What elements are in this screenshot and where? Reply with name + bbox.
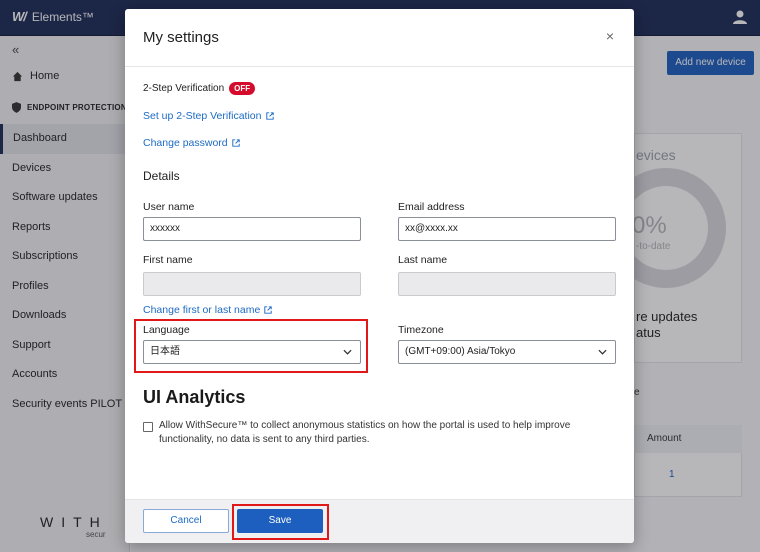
two-step-label: 2-Step Verification xyxy=(143,83,225,94)
last-name-label: Last name xyxy=(398,254,448,266)
timezone-value: (GMT+09:00) Asia/Tokyo xyxy=(405,346,516,357)
dialog-header: My settings × xyxy=(125,9,634,67)
save-highlight-box xyxy=(232,504,329,540)
ui-analytics-heading: UI Analytics xyxy=(143,387,246,407)
two-step-verification-status: 2-Step Verification OFF xyxy=(143,82,256,95)
change-password-label: Change password xyxy=(143,137,228,149)
language-highlight-box xyxy=(134,319,368,373)
user-name-label: User name xyxy=(143,201,195,213)
user-name-field[interactable]: xxxxxx xyxy=(143,217,361,241)
dialog-title: My settings xyxy=(143,29,219,46)
dialog-footer: Cancel Save xyxy=(125,499,634,543)
my-settings-dialog: My settings × 2-Step Verification OFF Se… xyxy=(125,9,634,543)
setup-two-step-link[interactable]: Set up 2-Step Verification xyxy=(143,110,274,122)
email-field[interactable]: xx@xxxx.xx xyxy=(398,217,616,241)
external-link-icon xyxy=(231,139,240,147)
last-name-field xyxy=(398,272,616,296)
timezone-label: Timezone xyxy=(398,324,444,336)
first-name-label: First name xyxy=(143,254,193,266)
analytics-checkbox[interactable] xyxy=(143,422,153,432)
timezone-select[interactable]: (GMT+09:00) Asia/Tokyo xyxy=(398,340,616,364)
close-icon[interactable]: × xyxy=(606,28,614,44)
analytics-checkbox-label[interactable]: Allow WithSecure™ to collect anonymous s… xyxy=(159,419,599,447)
external-link-icon xyxy=(264,306,272,314)
details-heading: Details xyxy=(143,169,180,183)
change-name-link[interactable]: Change first or last name xyxy=(143,304,272,316)
first-name-field xyxy=(143,272,361,296)
cancel-button[interactable]: Cancel xyxy=(143,509,229,533)
email-label: Email address xyxy=(398,201,465,213)
status-badge: OFF xyxy=(229,82,256,95)
chevron-down-icon xyxy=(598,349,607,355)
external-link-icon xyxy=(265,112,274,120)
setup-two-step-label: Set up 2-Step Verification xyxy=(143,110,262,122)
change-name-label: Change first or last name xyxy=(143,304,261,316)
change-password-link[interactable]: Change password xyxy=(143,137,240,149)
